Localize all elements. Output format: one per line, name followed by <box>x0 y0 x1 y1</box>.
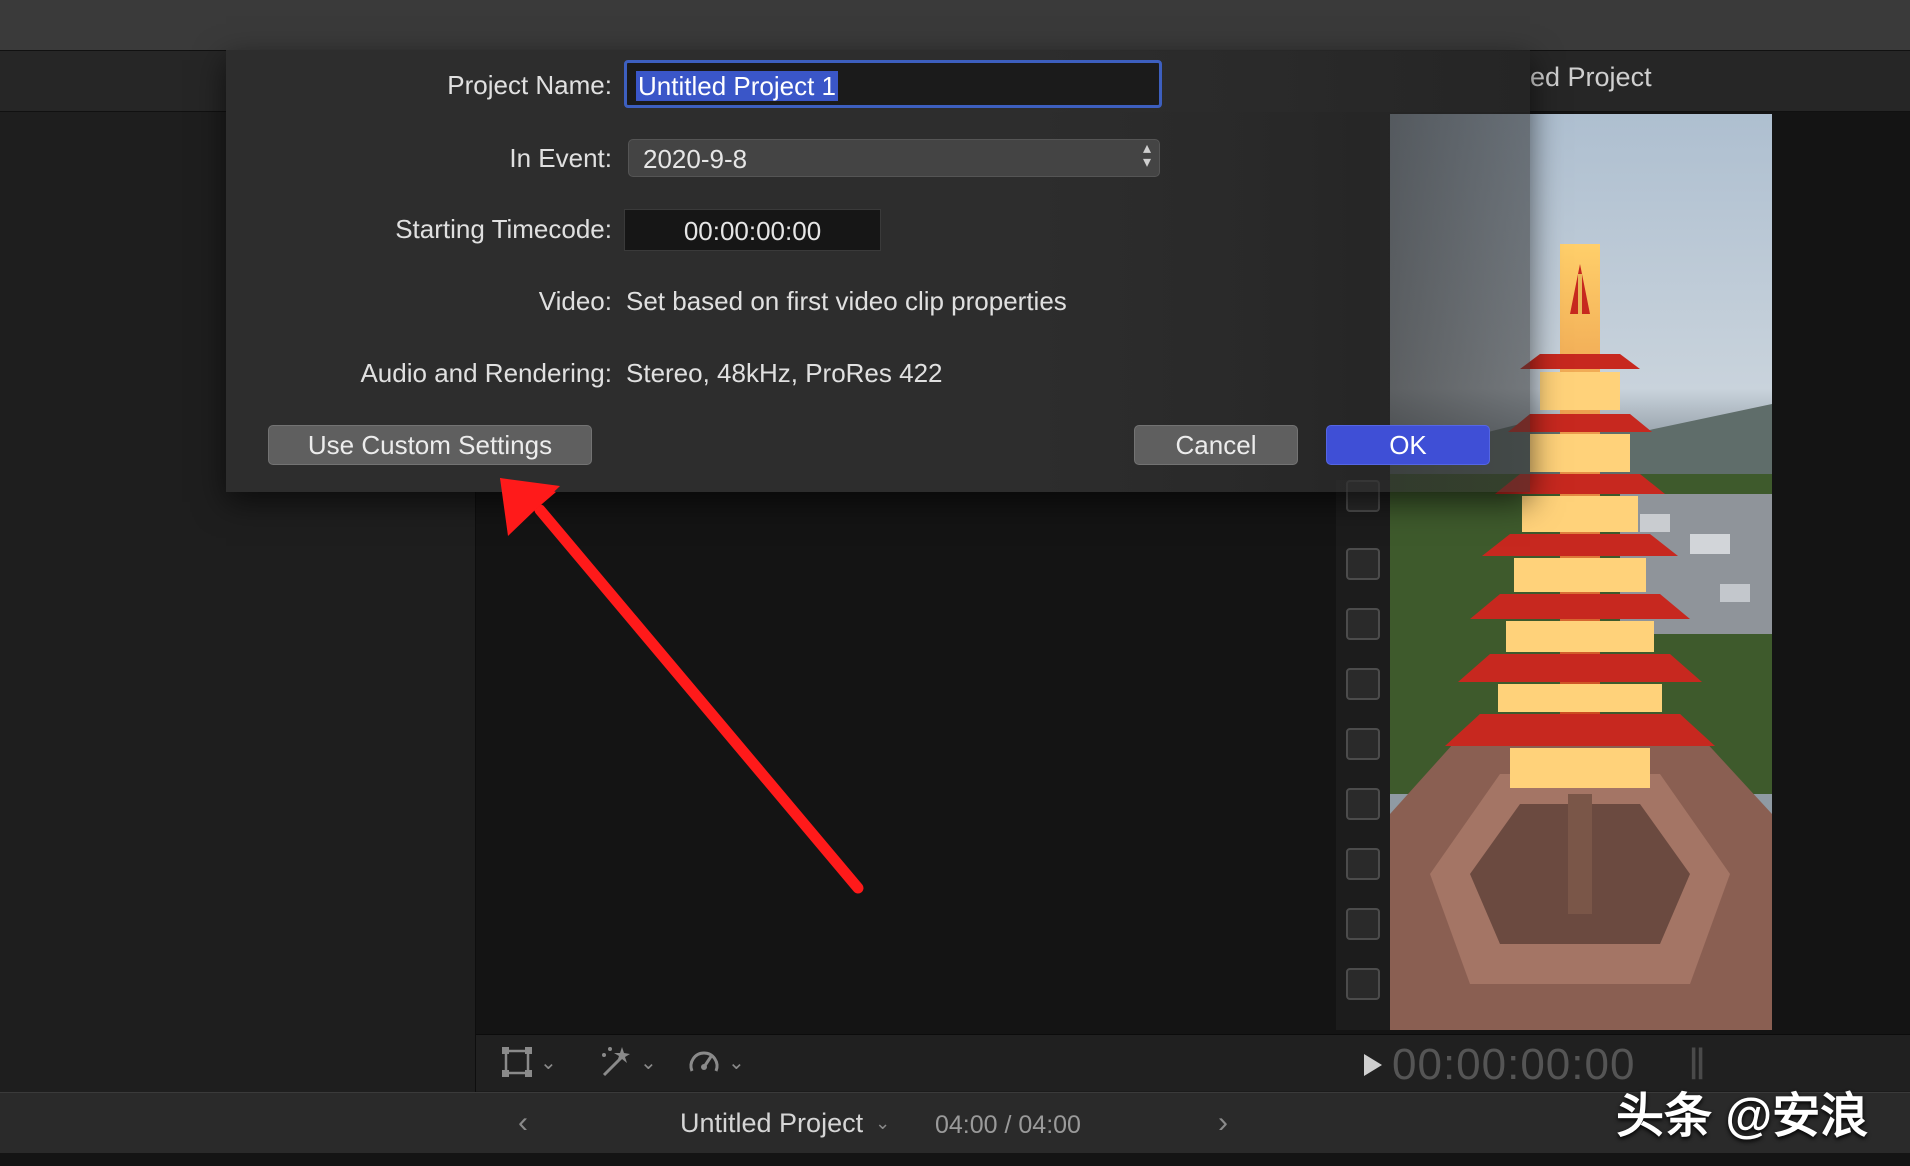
chevron-left-icon[interactable]: ‹ <box>518 1106 528 1140</box>
filmstrip-cell <box>1346 848 1380 880</box>
select-arrows-icon: ▴ ▾ <box>1142 140 1151 171</box>
window-top-strip <box>0 0 1910 51</box>
filmstrip-cell <box>1346 548 1380 580</box>
speedometer-icon <box>689 1051 719 1072</box>
video-label: Video: <box>538 286 612 316</box>
project-menu[interactable]: Untitled Project ⌄ <box>680 1108 890 1139</box>
chevron-right-icon[interactable]: › <box>1218 1106 1228 1140</box>
filmstrip-cell <box>1346 968 1380 1000</box>
transform-tool-button[interactable]: ⌄ <box>500 1044 557 1080</box>
play-button[interactable] <box>1362 1052 1384 1083</box>
play-icon <box>1364 1054 1382 1076</box>
audio-rendering-value: Stereo, 48kHz, ProRes 422 <box>626 358 943 388</box>
timeline-duration: 04:00 / 04:00 <box>935 1111 1081 1139</box>
timecode-label: Starting Timecode: <box>395 214 612 244</box>
use-custom-settings-button[interactable]: Use Custom Settings <box>268 425 592 465</box>
magic-wand-icon <box>602 1047 630 1077</box>
filmstrip-cell <box>1346 908 1380 940</box>
viewer-title: ed Project <box>1530 62 1652 92</box>
enhance-tool-button[interactable]: ⌄ <box>596 1044 657 1080</box>
filmstrip-cell <box>1346 608 1380 640</box>
event-value: 2020-9-8 <box>643 144 748 174</box>
viewer-timecode: 00:00:00:00 <box>1392 1040 1636 1089</box>
filmstrip-cell <box>1346 788 1380 820</box>
starting-timecode-field[interactable]: 00:00:00:00 <box>624 209 881 251</box>
project-name-field[interactable]: Untitled Project 1 <box>624 60 1162 108</box>
project-menu-label: Untitled Project <box>680 1108 864 1138</box>
chevron-down-icon: ⌄ <box>540 1051 557 1074</box>
event-select[interactable]: 2020-9-8 ▴ ▾ <box>628 139 1160 177</box>
filmstrip-cell <box>1346 668 1380 700</box>
ok-button[interactable]: OK <box>1326 425 1490 465</box>
transform-icon <box>502 1047 532 1077</box>
watermark: 头条 @安浪 <box>1616 1090 1869 1143</box>
video-value: Set based on first video clip properties <box>626 286 1067 316</box>
timeline-base <box>0 1153 1910 1166</box>
project-name-value: Untitled Project 1 <box>636 71 838 101</box>
event-label: In Event: <box>509 143 612 173</box>
cancel-button[interactable]: Cancel <box>1134 425 1298 465</box>
chevron-down-icon: ⌄ <box>640 1051 657 1074</box>
filmstrip-cell <box>1346 728 1380 760</box>
project-name-label: Project Name: <box>447 70 612 100</box>
chevron-down-icon: ⌄ <box>728 1051 745 1074</box>
audio-rendering-label: Audio and Rendering: <box>360 358 612 388</box>
retime-tool-button[interactable]: ⌄ <box>686 1044 745 1080</box>
chevron-down-icon: ⌄ <box>875 1113 891 1133</box>
filmstrip-overlay <box>1336 480 1393 1030</box>
timecode-value: 00:00:00:00 <box>683 216 822 246</box>
